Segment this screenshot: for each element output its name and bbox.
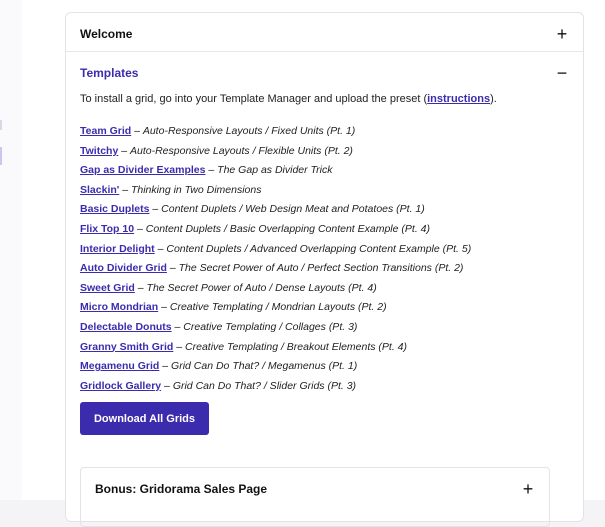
accordion-divider xyxy=(66,51,583,52)
grid-template-description: Content Duplets / Web Design Meat and Po… xyxy=(161,203,425,216)
grid-template-link[interactable]: Delectable Donuts xyxy=(80,321,172,333)
item-separator: – xyxy=(134,222,146,235)
grid-template-item: Flix Top 10 – Content Duplets / Basic Ov… xyxy=(80,220,570,240)
grid-template-link[interactable]: Gap as Divider Examples xyxy=(80,164,205,176)
grid-template-description: The Secret Power of Auto / Perfect Secti… xyxy=(178,262,464,275)
item-separator: – xyxy=(205,164,218,177)
install-instructions-text: To install a grid, go into your Template… xyxy=(80,93,570,105)
grid-template-description: Content Duplets / Basic Overlapping Cont… xyxy=(145,222,430,235)
item-separator: – xyxy=(173,340,186,353)
intro-text-before: To install a grid, go into your Template… xyxy=(80,93,428,105)
sidebar-active-marker xyxy=(0,147,2,165)
item-separator: – xyxy=(134,281,147,294)
grid-template-description: Thinking in Two Dimensions xyxy=(130,183,262,196)
grid-template-item: Auto Divider Grid – The Secret Power of … xyxy=(80,259,570,279)
accordion-card: Welcome + Templates − To install a grid,… xyxy=(65,12,584,527)
grid-templates-list: Team Grid – Auto-Responsive Layouts / Fi… xyxy=(80,122,570,396)
grid-template-item: Micro Mondrian – Creative Templating / M… xyxy=(80,298,570,318)
grid-template-link[interactable]: Granny Smith Grid xyxy=(80,341,173,353)
grid-template-description: Auto-Responsive Layouts / Fixed Units (P… xyxy=(142,125,356,137)
grid-template-item: Twitchy – Auto-Responsive Layouts / Flex… xyxy=(80,142,570,162)
grid-template-link[interactable]: Gridlock Gallery xyxy=(80,380,161,392)
grid-template-link[interactable]: Flix Top 10 xyxy=(80,223,134,235)
accordion-header-bonus[interactable]: Bonus: Gridorama Sales Page + xyxy=(95,480,535,498)
plus-icon[interactable]: + xyxy=(555,25,569,43)
item-separator: – xyxy=(119,183,131,196)
instructions-link[interactable]: instructions xyxy=(427,93,490,105)
grid-template-item: Slackin' – Thinking in Two Dimensions xyxy=(80,181,570,201)
plus-icon[interactable]: + xyxy=(521,480,535,498)
grid-template-item: Interior Delight – Content Duplets / Adv… xyxy=(80,240,570,260)
grid-template-link[interactable]: Slackin' xyxy=(80,184,119,196)
grid-template-item: Sweet Grid – The Secret Power of Auto / … xyxy=(80,279,570,299)
item-separator: – xyxy=(159,360,172,373)
grid-template-item: Gap as Divider Examples – The Gap as Div… xyxy=(80,161,570,181)
grid-template-item: Gridlock Gallery – Grid Can Do That? / S… xyxy=(80,377,570,397)
item-separator: – xyxy=(171,320,184,333)
grid-template-item: Delectable Donuts – Creative Templating … xyxy=(80,318,570,338)
grid-template-description: The Secret Power of Auto / Dense Layouts… xyxy=(146,281,377,294)
accordion-title-welcome: Welcome xyxy=(80,27,133,41)
grid-template-item: Team Grid – Auto-Responsive Layouts / Fi… xyxy=(80,122,570,142)
grid-template-link[interactable]: Twitchy xyxy=(80,145,118,157)
item-separator: – xyxy=(161,379,173,392)
accordion-title-bonus: Bonus: Gridorama Sales Page xyxy=(95,482,268,496)
sidebar-marker xyxy=(0,120,2,130)
grid-template-description: Creative Templating / Collages (Pt. 3) xyxy=(183,320,358,333)
grid-template-description: Auto-Responsive Layouts / Flexible Units… xyxy=(130,144,353,157)
item-separator: – xyxy=(131,125,143,137)
grid-template-description: Creative Templating / Breakout Elements … xyxy=(185,340,408,353)
left-sidebar-edge xyxy=(0,0,22,500)
item-separator: – xyxy=(149,203,162,216)
grid-template-link[interactable]: Auto Divider Grid xyxy=(80,262,167,274)
grid-template-description: Grid Can Do That? / Megamenus (Pt. 1) xyxy=(171,360,358,373)
item-separator: – xyxy=(158,301,170,314)
grid-template-link[interactable]: Interior Delight xyxy=(80,243,155,255)
grid-template-description: The Gap as Divider Trick xyxy=(217,164,333,177)
accordion-header-welcome[interactable]: Welcome + xyxy=(80,25,569,43)
item-separator: – xyxy=(118,144,130,157)
grid-template-description: Grid Can Do That? / Slider Grids (Pt. 3) xyxy=(172,379,357,392)
grid-template-link[interactable]: Team Grid xyxy=(80,125,131,137)
item-separator: – xyxy=(166,262,179,275)
grid-template-link[interactable]: Megamenu Grid xyxy=(80,360,159,372)
grid-template-item: Basic Duplets – Content Duplets / Web De… xyxy=(80,200,570,220)
grid-template-link[interactable]: Sweet Grid xyxy=(80,282,135,294)
bonus-accordion: Bonus: Gridorama Sales Page + xyxy=(80,467,550,527)
grid-template-description: Content Duplets / Advanced Overlapping C… xyxy=(166,242,472,255)
grid-template-description: Creative Templating / Mondrian Layouts (… xyxy=(169,301,387,314)
grid-template-link[interactable]: Micro Mondrian xyxy=(80,301,158,313)
intro-text-after: ). xyxy=(490,93,497,105)
content-panel: Welcome + Templates − To install a grid,… xyxy=(22,0,605,527)
minus-icon[interactable]: − xyxy=(555,64,569,82)
grid-template-item: Granny Smith Grid – Creative Templating … xyxy=(80,338,570,358)
grid-template-link[interactable]: Basic Duplets xyxy=(80,203,149,215)
accordion-title-templates: Templates xyxy=(80,66,139,80)
grid-template-item: Megamenu Grid – Grid Can Do That? / Mega… xyxy=(80,357,570,377)
download-all-grids-button[interactable]: Download All Grids xyxy=(80,402,209,435)
accordion-header-templates[interactable]: Templates − xyxy=(80,64,569,82)
item-separator: – xyxy=(154,242,167,255)
